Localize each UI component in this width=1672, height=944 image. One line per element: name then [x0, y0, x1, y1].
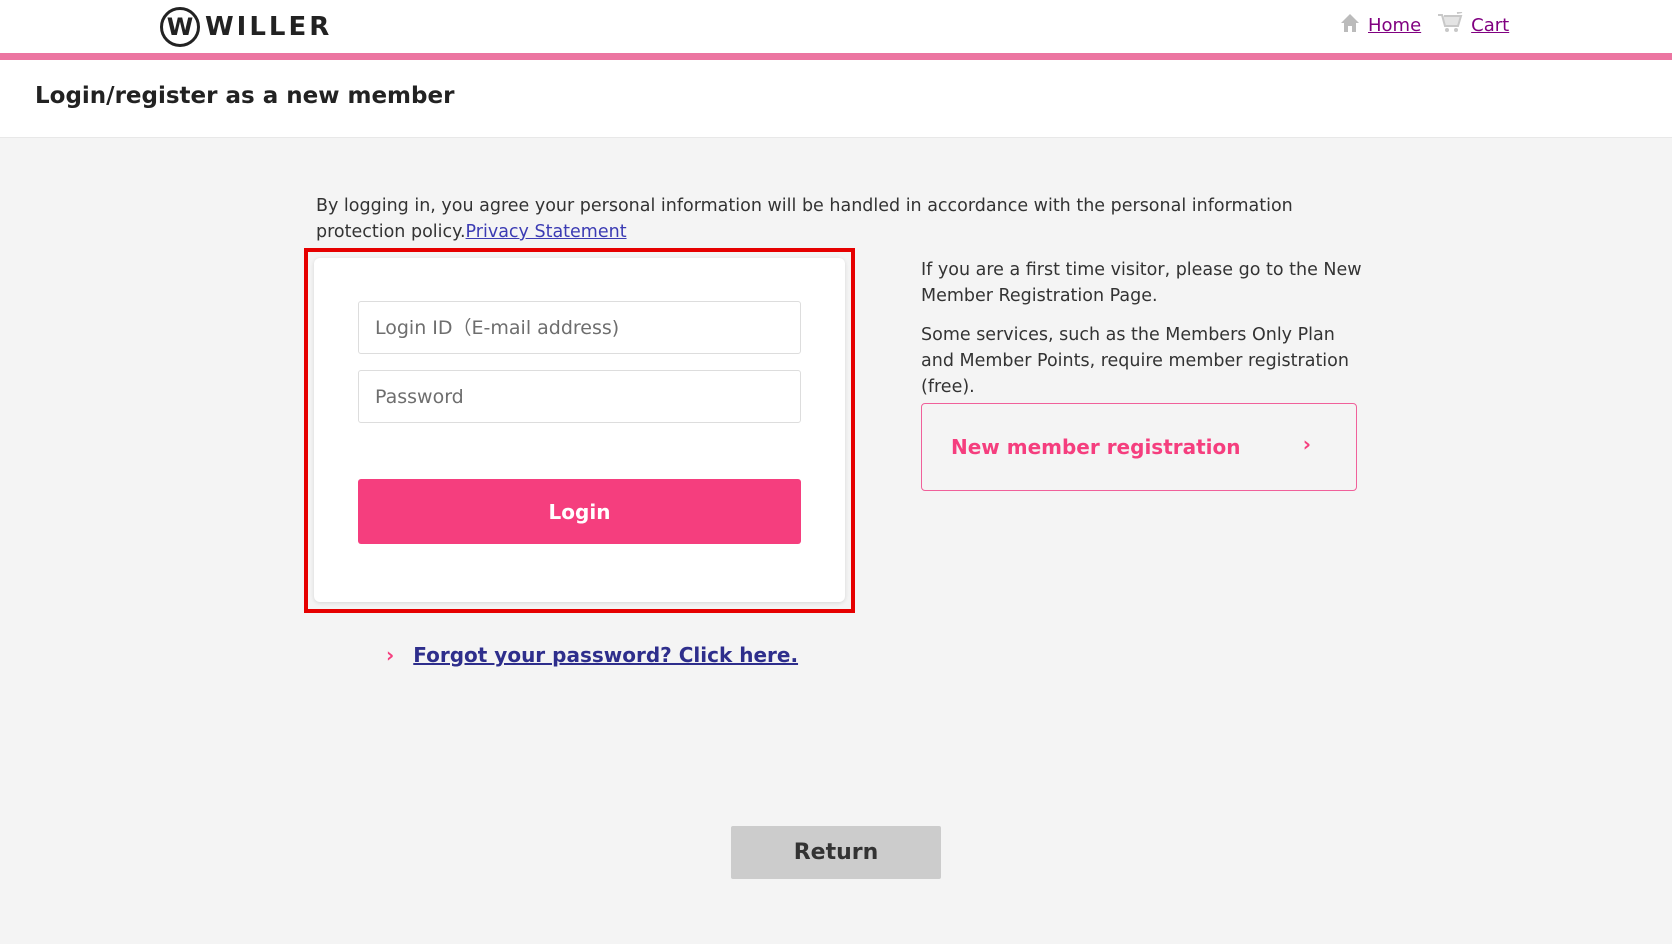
privacy-notice-text: By logging in, you agree your personal i…	[316, 196, 1293, 242]
new-member-registration-button[interactable]: New member registration ›	[921, 403, 1357, 491]
cart-link[interactable]: Cart	[1471, 15, 1509, 36]
page-title: Login/register as a new member	[35, 83, 455, 109]
registration-info-text-1: If you are a first time visitor, please …	[921, 260, 1362, 306]
top-nav: Home Cart	[1340, 11, 1509, 39]
title-band: Login/register as a new member	[0, 60, 1672, 138]
registration-info: If you are a first time visitor, please …	[921, 257, 1371, 400]
logo-text: WILLER	[205, 12, 333, 42]
privacy-notice: By logging in, you agree your personal i…	[316, 193, 1336, 245]
registration-info-text-2: Some services, such as the Members Only …	[921, 325, 1349, 397]
site-header: W WILLER Home Cart	[0, 0, 1672, 53]
login-button[interactable]: Login	[358, 479, 801, 544]
chevron-right-icon: ›	[386, 643, 395, 667]
forgot-password: › Forgot your password? Click here.	[386, 643, 798, 667]
chevron-right-icon: ›	[1302, 432, 1311, 456]
login-id-input[interactable]	[358, 301, 801, 354]
return-button[interactable]: Return	[731, 826, 941, 879]
cart-icon	[1437, 11, 1463, 39]
privacy-statement-link[interactable]: Privacy Statement	[466, 222, 627, 242]
forgot-password-link[interactable]: Forgot your password? Click here.	[413, 643, 798, 667]
home-link[interactable]: Home	[1368, 15, 1421, 36]
login-card: Login	[314, 258, 845, 602]
password-input[interactable]	[358, 370, 801, 423]
new-member-registration-label: New member registration	[951, 435, 1241, 459]
logo-mark: W	[160, 7, 200, 47]
header-accent-bar	[0, 53, 1672, 60]
home-icon	[1340, 13, 1360, 38]
willer-logo[interactable]: W WILLER	[160, 6, 332, 48]
